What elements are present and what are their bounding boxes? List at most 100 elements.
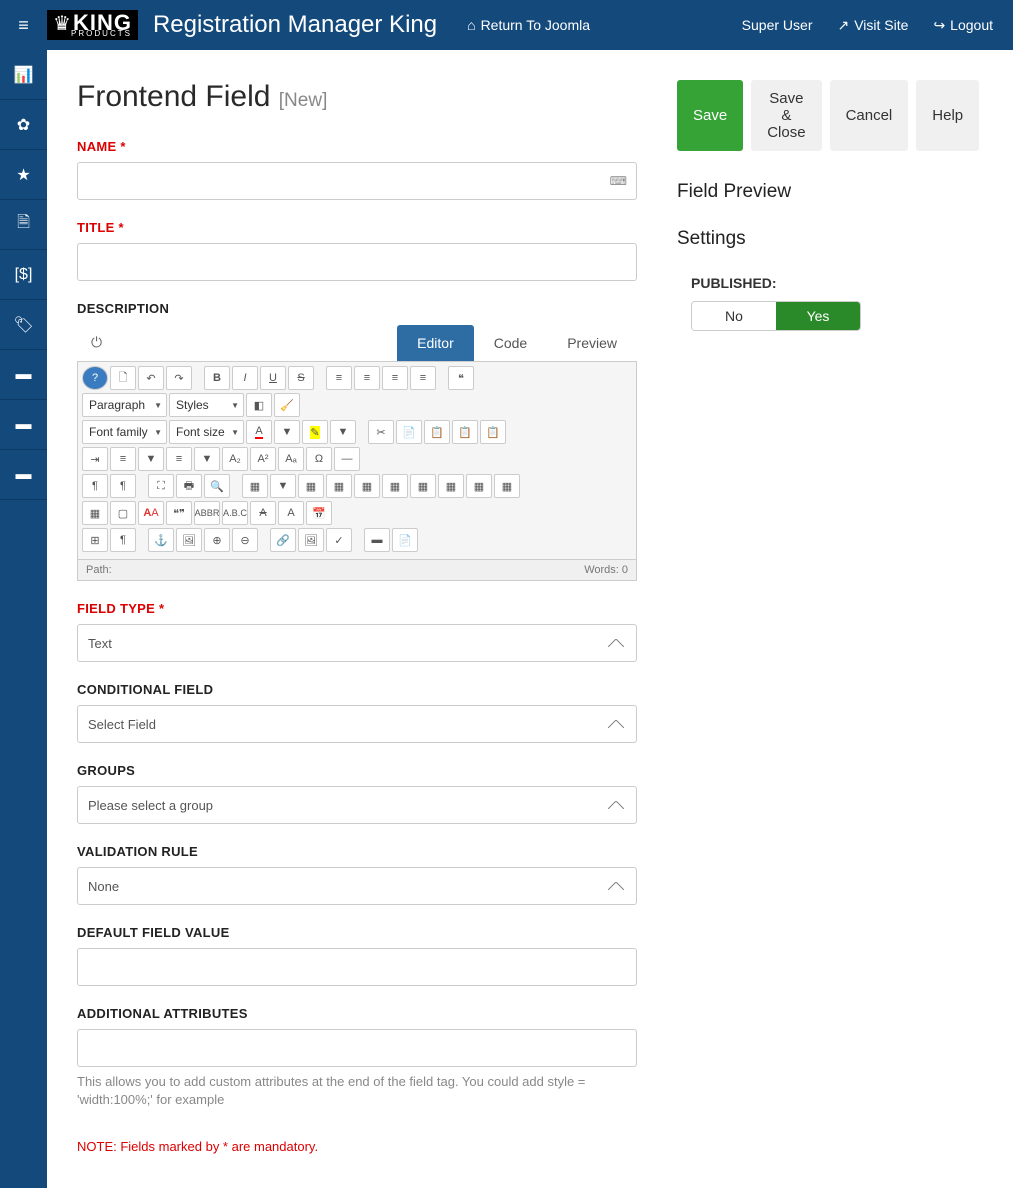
- table-button[interactable]: ▦: [242, 474, 268, 498]
- user-link[interactable]: Super User: [742, 17, 813, 33]
- table-dropdown[interactable]: ▼: [270, 474, 296, 498]
- title-input[interactable]: [77, 243, 637, 281]
- paragraph-select[interactable]: Paragraph: [82, 393, 167, 417]
- hamburger-icon[interactable]: ≡: [0, 15, 47, 36]
- sidebar-item-book2[interactable]: ▬: [0, 400, 47, 450]
- underline-button[interactable]: U: [260, 366, 286, 390]
- sidebar-item-money[interactable]: [$]: [0, 250, 47, 300]
- cancel-button[interactable]: Cancel: [830, 80, 909, 151]
- sidebar-item-favorites[interactable]: ★: [0, 150, 47, 200]
- text-color-dropdown[interactable]: ▼: [274, 420, 300, 444]
- spellcheck-button[interactable]: ✓: [326, 528, 352, 552]
- readmore-button[interactable]: ▬: [364, 528, 390, 552]
- hr-button[interactable]: —: [334, 447, 360, 471]
- eraser-button[interactable]: ◧: [246, 393, 272, 417]
- field-type-select[interactable]: Text: [77, 624, 637, 662]
- conditional-select[interactable]: Select Field: [77, 705, 637, 743]
- indent-button[interactable]: ⇥: [82, 447, 108, 471]
- strike-button[interactable]: S: [288, 366, 314, 390]
- delete-col-button[interactable]: ▦: [438, 474, 464, 498]
- sidebar-item-tags[interactable]: 🏷: [0, 300, 47, 350]
- del-button[interactable]: A: [250, 501, 276, 525]
- ins-button[interactable]: A: [278, 501, 304, 525]
- text-color-button[interactable]: A: [246, 420, 272, 444]
- remove-button[interactable]: ⊖: [232, 528, 258, 552]
- case-button[interactable]: Aₐ: [278, 447, 304, 471]
- redo-button[interactable]: ↷: [166, 366, 192, 390]
- rtl-button[interactable]: ¶: [110, 474, 136, 498]
- row-after-button[interactable]: ▦: [326, 474, 352, 498]
- undo-button[interactable]: ↶: [138, 366, 164, 390]
- clear-format-button[interactable]: 🧹: [274, 393, 300, 417]
- paste-text-button[interactable]: 📋: [452, 420, 478, 444]
- new-doc-button[interactable]: 🗋: [110, 366, 136, 390]
- sidebar-item-doc[interactable]: 🗎: [0, 200, 47, 250]
- paste-word-button[interactable]: 📋: [480, 420, 506, 444]
- cut-button[interactable]: ✂: [368, 420, 394, 444]
- anchor-button[interactable]: ⚓: [148, 528, 174, 552]
- pagebreak-button[interactable]: 📄: [392, 528, 418, 552]
- delete-row-button[interactable]: ▦: [354, 474, 380, 498]
- fullscreen-button[interactable]: ⛶: [148, 474, 174, 498]
- bg-color-dropdown[interactable]: ▼: [330, 420, 356, 444]
- save-button[interactable]: Save: [677, 80, 743, 151]
- styles-select[interactable]: Styles: [169, 393, 244, 417]
- ol-button[interactable]: ≡: [110, 447, 136, 471]
- split-button[interactable]: ▦: [494, 474, 520, 498]
- find-button[interactable]: 🔍: [204, 474, 230, 498]
- date-button[interactable]: 📅: [306, 501, 332, 525]
- italic-button[interactable]: I: [232, 366, 258, 390]
- published-no[interactable]: No: [692, 302, 776, 330]
- align-left-button[interactable]: ≡: [326, 366, 352, 390]
- para-button[interactable]: ¶: [110, 528, 136, 552]
- sidebar-item-book1[interactable]: ▬: [0, 350, 47, 400]
- char-button[interactable]: Ω: [306, 447, 332, 471]
- bg-color-button[interactable]: ✎: [302, 420, 328, 444]
- paste-button[interactable]: 📋: [424, 420, 450, 444]
- media-button[interactable]: 🖼: [298, 528, 324, 552]
- ul-button[interactable]: ≡: [166, 447, 192, 471]
- ltr-button[interactable]: ¶: [82, 474, 108, 498]
- grid-button[interactable]: ⊞: [82, 528, 108, 552]
- tab-preview[interactable]: Preview: [547, 325, 637, 361]
- logo[interactable]: ♛KING PRODUCTS: [47, 10, 138, 40]
- superscript-button[interactable]: A²: [250, 447, 276, 471]
- save-close-button[interactable]: Save & Close: [751, 80, 821, 151]
- subscript-button[interactable]: A₂: [222, 447, 248, 471]
- font-family-select[interactable]: Font family: [82, 420, 167, 444]
- groups-select[interactable]: Please select a group: [77, 786, 637, 824]
- quote-button[interactable]: ❝❞: [166, 501, 192, 525]
- align-right-button[interactable]: ≡: [382, 366, 408, 390]
- print-button[interactable]: 🖶: [176, 474, 202, 498]
- bold-button[interactable]: B: [204, 366, 230, 390]
- published-toggle[interactable]: No Yes: [691, 301, 861, 331]
- ol-dropdown[interactable]: ▼: [138, 447, 164, 471]
- div-button[interactable]: ▢: [110, 501, 136, 525]
- logout-link[interactable]: ↪Logout: [933, 17, 993, 34]
- help-button[interactable]: Help: [916, 80, 979, 151]
- show-blocks-button[interactable]: ▦: [82, 501, 108, 525]
- align-justify-button[interactable]: ≡: [410, 366, 436, 390]
- help-icon[interactable]: ?: [82, 366, 108, 390]
- editor-power-button[interactable]: ⏻: [77, 324, 116, 361]
- copy-button[interactable]: 📄: [396, 420, 422, 444]
- tab-code[interactable]: Code: [474, 325, 547, 361]
- col-after-button[interactable]: ▦: [410, 474, 436, 498]
- abbr-button[interactable]: ABBR: [194, 501, 220, 525]
- row-before-button[interactable]: ▦: [298, 474, 324, 498]
- ul-dropdown[interactable]: ▼: [194, 447, 220, 471]
- sidebar-item-book3[interactable]: ▬: [0, 450, 47, 500]
- image-button[interactable]: 🖼: [176, 528, 202, 552]
- sidebar-item-dashboard[interactable]: 📊: [0, 50, 47, 100]
- name-input[interactable]: [77, 162, 637, 200]
- attributes-input[interactable]: [77, 1029, 637, 1067]
- validation-select[interactable]: None: [77, 867, 637, 905]
- insert-button[interactable]: ⊕: [204, 528, 230, 552]
- return-joomla-link[interactable]: ⌂ Return To Joomla: [467, 17, 590, 33]
- tab-editor[interactable]: Editor: [397, 325, 474, 361]
- merge-button[interactable]: ▦: [466, 474, 492, 498]
- col-before-button[interactable]: ▦: [382, 474, 408, 498]
- blockquote-button[interactable]: ❝: [448, 366, 474, 390]
- default-input[interactable]: [77, 948, 637, 986]
- published-yes[interactable]: Yes: [776, 302, 860, 330]
